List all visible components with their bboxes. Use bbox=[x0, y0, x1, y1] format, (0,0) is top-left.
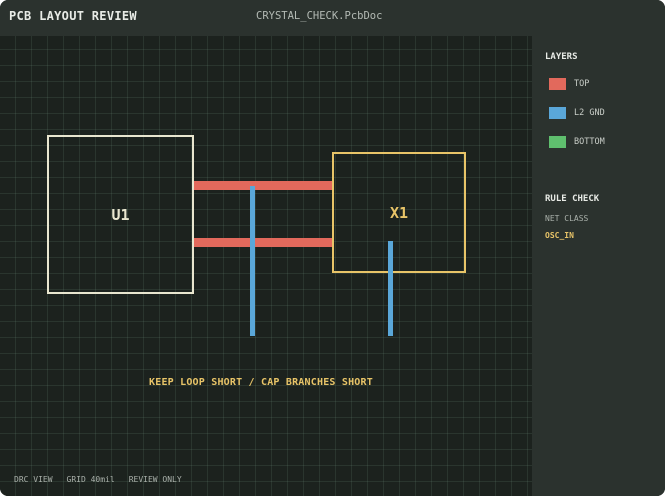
top-layer-trace[interactable] bbox=[193, 238, 332, 247]
pcb-review-window: PCB LAYOUT REVIEW CRYSTAL_CHECK.PcbDoc U… bbox=[0, 0, 665, 496]
status-grid: GRID 40mil bbox=[66, 475, 115, 484]
layout-note: KEEP LOOP SHORT / CAP BRANCHES SHORT bbox=[149, 377, 373, 388]
status-view-mode: DRC VIEW bbox=[14, 475, 53, 484]
layer-label-l2-gnd: L2 GND bbox=[574, 108, 605, 118]
layer-label-bottom: BOTTOM bbox=[574, 137, 605, 147]
l2-gnd-trace[interactable] bbox=[250, 186, 255, 336]
layers-heading: LAYERS bbox=[545, 52, 578, 62]
component-u1-label: U1 bbox=[111, 205, 130, 224]
net-class-value: OSC_IN bbox=[545, 231, 574, 240]
app-title: PCB LAYOUT REVIEW bbox=[9, 9, 137, 23]
layer-swatch-bottom bbox=[549, 136, 566, 148]
rule-check-heading: RULE CHECK bbox=[545, 194, 600, 204]
pcb-canvas[interactable]: U1 X1 KEEP LOOP SHORT / CAP BRANCHES SHO… bbox=[0, 36, 532, 496]
component-x1-label: X1 bbox=[389, 203, 409, 222]
status-mode: REVIEW ONLY bbox=[128, 475, 182, 484]
layer-item-l2-gnd[interactable]: L2 GND bbox=[549, 107, 605, 119]
layer-swatch-l2-gnd bbox=[549, 107, 566, 119]
l2-gnd-trace[interactable] bbox=[388, 241, 393, 336]
side-panel: LAYERS TOP L2 GND BOTTOM RULE CHECK NET … bbox=[532, 36, 665, 496]
layer-swatch-top bbox=[549, 78, 566, 90]
status-bar: DRC VIEW GRID 40mil REVIEW ONLY bbox=[14, 475, 196, 484]
component-x1[interactable]: X1 bbox=[332, 152, 466, 273]
layer-label-top: TOP bbox=[574, 79, 590, 89]
document-title: CRYSTAL_CHECK.PcbDoc bbox=[256, 10, 383, 22]
component-u1[interactable]: U1 bbox=[47, 135, 194, 294]
layer-item-top[interactable]: TOP bbox=[549, 78, 589, 90]
net-class-label: NET CLASS bbox=[545, 214, 589, 223]
title-bar: PCB LAYOUT REVIEW CRYSTAL_CHECK.PcbDoc bbox=[0, 0, 665, 36]
top-layer-trace[interactable] bbox=[193, 181, 332, 190]
layer-item-bottom[interactable]: BOTTOM bbox=[549, 136, 605, 148]
